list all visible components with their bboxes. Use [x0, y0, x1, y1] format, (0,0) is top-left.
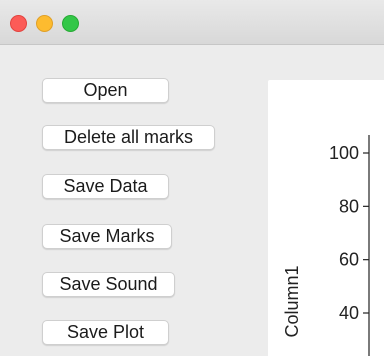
title-bar[interactable]: [0, 0, 384, 45]
save-data-button[interactable]: Save Data: [42, 174, 169, 199]
y-tick-label: 60: [339, 250, 359, 270]
y-tick-label: 40: [339, 303, 359, 323]
save-sound-button[interactable]: Save Sound: [42, 272, 175, 297]
save-marks-button[interactable]: Save Marks: [42, 224, 172, 249]
y-tick-label: 100: [329, 143, 359, 163]
y-tick-label: 80: [339, 196, 359, 216]
delete-all-marks-button[interactable]: Delete all marks: [42, 125, 215, 150]
close-window-icon[interactable]: [10, 15, 27, 32]
y-axis-title: Column1: [282, 265, 302, 337]
open-button[interactable]: Open: [42, 78, 169, 103]
minimize-window-icon[interactable]: [36, 15, 53, 32]
app-window: Open Delete all marks Save Data Save Mar…: [0, 0, 384, 356]
plot-panel: 100 80 60 40 Column1: [268, 80, 384, 356]
save-plot-button[interactable]: Save Plot: [42, 320, 169, 345]
plot-svg: 100 80 60 40 Column1: [282, 135, 370, 356]
zoom-window-icon[interactable]: [62, 15, 79, 32]
